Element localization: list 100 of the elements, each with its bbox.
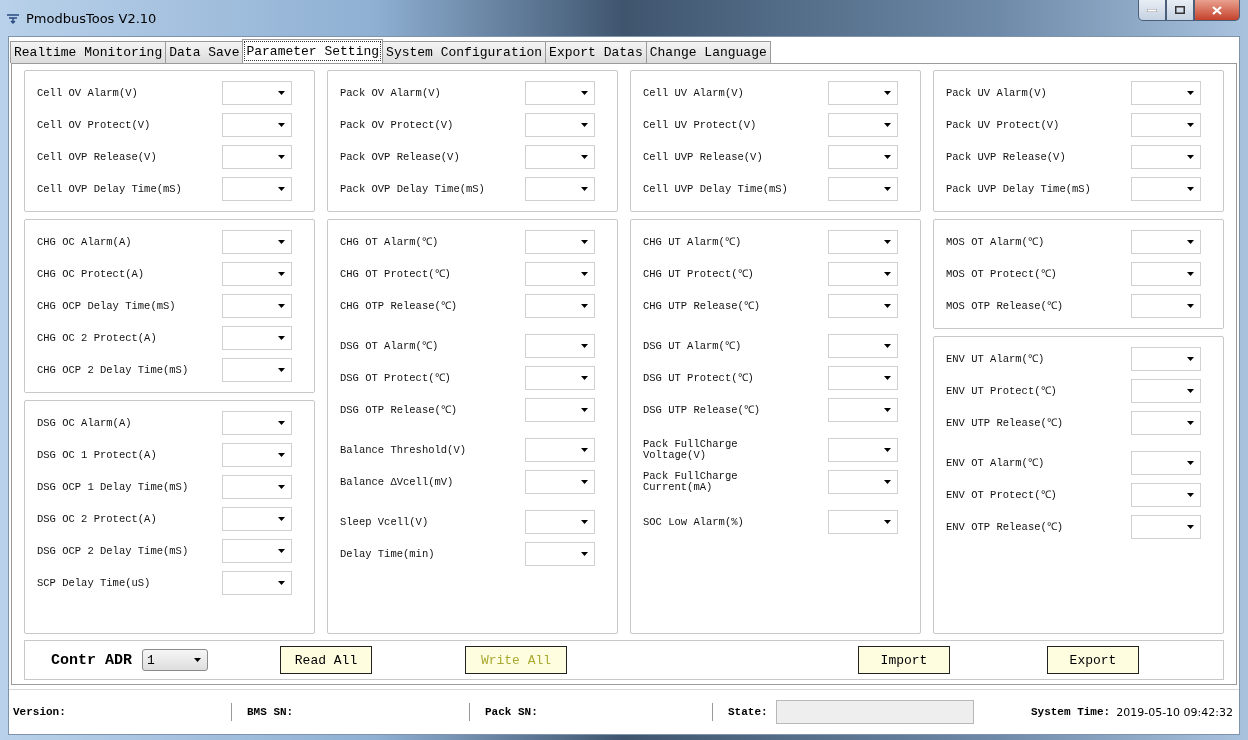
address-dropdown[interactable]: 1 [142, 649, 208, 671]
field-label: Pack OV Alarm(V) [340, 87, 441, 99]
dropdown[interactable] [222, 230, 292, 254]
field-label: CHG UT Protect(℃) [643, 268, 754, 280]
caret-icon [1187, 155, 1194, 159]
caret-icon [278, 485, 285, 489]
dropdown[interactable] [222, 507, 292, 531]
field-label: ENV UT Alarm(℃) [946, 353, 1045, 365]
dropdown[interactable] [1131, 294, 1201, 318]
field-label: ENV UTP Release(℃) [946, 417, 1064, 429]
dropdown[interactable] [828, 177, 898, 201]
field-label: ENV OTP Release(℃) [946, 521, 1064, 533]
dropdown[interactable] [1131, 515, 1201, 539]
caret-icon [1187, 187, 1194, 191]
field-label: CHG OC 2 Protect(A) [37, 332, 157, 344]
tab[interactable]: Parameter Setting [242, 39, 384, 63]
dropdown[interactable] [828, 294, 898, 318]
close-button[interactable] [1194, 0, 1240, 21]
dropdown[interactable] [525, 438, 595, 462]
dropdown[interactable] [1131, 145, 1201, 169]
caret-icon [581, 155, 588, 159]
dropdown[interactable] [828, 113, 898, 137]
dropdown[interactable] [828, 230, 898, 254]
dropdown[interactable] [1131, 262, 1201, 286]
dropdown[interactable] [1131, 177, 1201, 201]
dropdown[interactable] [525, 145, 595, 169]
field-label: DSG UT Alarm(℃) [643, 340, 742, 352]
maximize-button[interactable] [1166, 0, 1194, 21]
dropdown[interactable] [525, 542, 595, 566]
tab[interactable]: System Configuration [382, 41, 547, 63]
tab[interactable]: Data Save [165, 41, 244, 63]
dropdown[interactable] [222, 294, 292, 318]
dropdown[interactable] [828, 438, 898, 462]
dropdown[interactable] [828, 145, 898, 169]
action-button[interactable]: Read All [280, 646, 372, 674]
dropdown[interactable] [1131, 451, 1201, 475]
dropdown[interactable] [222, 81, 292, 105]
field-label: Cell OV Alarm(V) [37, 87, 138, 99]
dropdown[interactable] [525, 177, 595, 201]
caret-icon [1187, 240, 1194, 244]
caret-icon [581, 448, 588, 452]
dropdown[interactable] [828, 262, 898, 286]
field-label: DSG UT Protect(℃) [643, 372, 754, 384]
tab[interactable]: Export Datas [545, 41, 647, 63]
tab[interactable]: Change Language [645, 41, 771, 63]
caret-icon [884, 240, 891, 244]
dropdown[interactable] [1131, 81, 1201, 105]
dropdown[interactable] [525, 470, 595, 494]
dropdown[interactable] [525, 334, 595, 358]
field-label: SCP Delay Time(uS) [37, 577, 151, 589]
field-label: Cell UV Protect(V) [643, 119, 757, 131]
dropdown[interactable] [222, 145, 292, 169]
tab[interactable]: Realtime Monitoring [10, 41, 167, 63]
field-label: SOC Low Alarm(%) [643, 516, 744, 528]
field-label: Cell UVP Delay Time(mS) [643, 183, 788, 195]
dropdown[interactable] [1131, 347, 1201, 371]
dropdown[interactable] [222, 443, 292, 467]
dropdown[interactable] [525, 294, 595, 318]
dropdown[interactable] [525, 113, 595, 137]
dropdown[interactable] [525, 262, 595, 286]
dropdown[interactable] [828, 81, 898, 105]
dropdown[interactable] [222, 113, 292, 137]
dropdown[interactable] [1131, 379, 1201, 403]
window-title: PmodbusToos V2.10 [26, 10, 157, 26]
dropdown[interactable] [525, 398, 595, 422]
dropdown[interactable] [828, 510, 898, 534]
dropdown[interactable] [222, 475, 292, 499]
dropdown[interactable] [525, 230, 595, 254]
dropdown[interactable] [525, 366, 595, 390]
dropdown[interactable] [828, 470, 898, 494]
field-label: DSG OT Protect(℃) [340, 372, 451, 384]
caret-icon [884, 376, 891, 380]
field-label: CHG OCP 2 Delay Time(mS) [37, 364, 189, 376]
caret-icon [581, 520, 588, 524]
caret-icon [581, 376, 588, 380]
dropdown[interactable] [222, 539, 292, 563]
dropdown[interactable] [1131, 113, 1201, 137]
dropdown[interactable] [222, 326, 292, 350]
caret-icon [1187, 525, 1194, 529]
dropdown[interactable] [222, 177, 292, 201]
dropdown[interactable] [1131, 230, 1201, 254]
action-button[interactable]: Import [858, 646, 950, 674]
dropdown[interactable] [828, 398, 898, 422]
caret-icon [884, 155, 891, 159]
dropdown[interactable] [525, 81, 595, 105]
dropdown[interactable] [222, 358, 292, 382]
caret-icon [581, 123, 588, 127]
field-label: Cell OVP Delay Time(mS) [37, 183, 182, 195]
dropdown[interactable] [828, 366, 898, 390]
dropdown[interactable] [1131, 483, 1201, 507]
dropdown[interactable] [525, 510, 595, 534]
dropdown[interactable] [222, 262, 292, 286]
minimize-button[interactable] [1138, 0, 1166, 21]
dropdown[interactable] [1131, 411, 1201, 435]
dropdown[interactable] [222, 571, 292, 595]
field-label: Pack OVP Release(V) [340, 151, 460, 163]
dropdown[interactable] [828, 334, 898, 358]
action-button[interactable]: Export [1047, 646, 1139, 674]
dropdown[interactable] [222, 411, 292, 435]
field-label: DSG OT Alarm(℃) [340, 340, 439, 352]
